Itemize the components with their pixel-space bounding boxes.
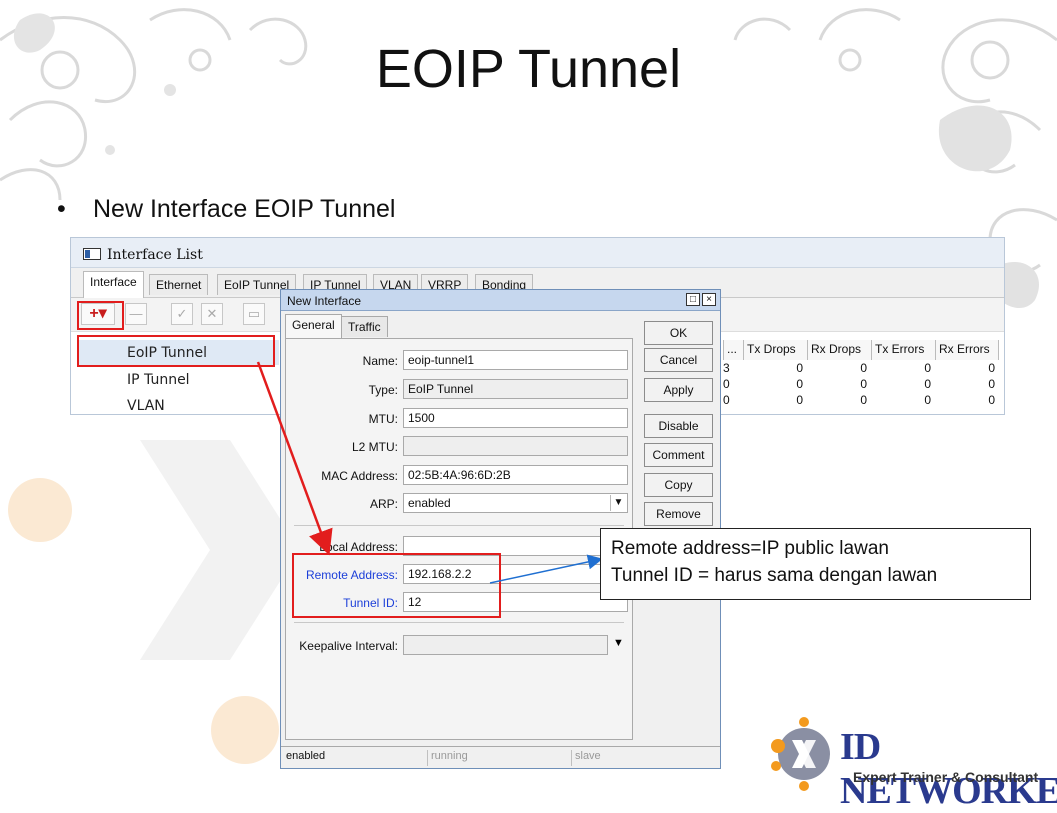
idnetworkers-logo-icon <box>771 717 830 791</box>
red-arrow <box>256 361 333 556</box>
blue-arrow <box>489 554 603 584</box>
callout-line-1: Remote address=IP public lawan <box>611 538 889 559</box>
annotation-arrows <box>256 361 603 584</box>
callout-box: Remote address=IP public lawan Tunnel ID… <box>600 528 1031 600</box>
logo-tagline: Expert Trainer & Consultant <box>853 769 1039 785</box>
callout-line-2: Tunnel ID = harus sama dengan lawan <box>611 565 938 586</box>
